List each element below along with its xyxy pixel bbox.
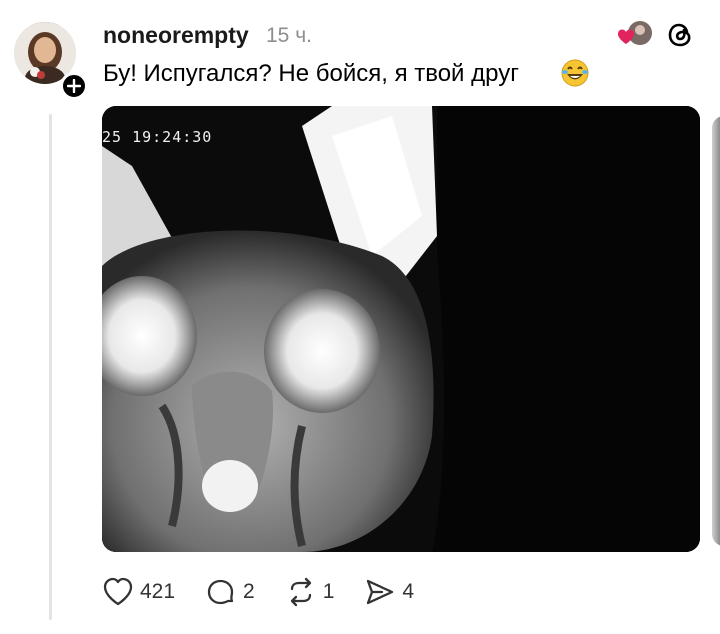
username[interactable]: noneorempty bbox=[103, 22, 249, 49]
like-count: 421 bbox=[140, 580, 176, 603]
post-text: Бу! Испугался? Не бойся, я твой друг bbox=[103, 60, 519, 87]
heart-icon bbox=[103, 577, 133, 606]
top-right-icons bbox=[614, 18, 696, 52]
post-actions: 421 2 1 4 bbox=[102, 577, 444, 607]
plus-icon bbox=[67, 79, 81, 93]
thread-line bbox=[49, 114, 52, 620]
repost-button[interactable]: 1 bbox=[285, 577, 335, 607]
repost-icon bbox=[290, 577, 311, 607]
like-button[interactable]: 421 bbox=[102, 577, 175, 607]
send-icon bbox=[367, 579, 394, 605]
video-timestamp-overlay: 25 19:24:30 bbox=[102, 128, 213, 146]
post-timestamp: 15 ч. bbox=[266, 24, 312, 47]
reply-count: 2 bbox=[243, 580, 255, 603]
share-count: 4 bbox=[402, 580, 415, 603]
share-button[interactable]: 4 bbox=[364, 577, 414, 607]
repost-count: 1 bbox=[322, 580, 335, 603]
post-video[interactable]: 25 19:24:30 bbox=[102, 106, 700, 552]
next-media-peek[interactable] bbox=[712, 116, 720, 546]
follow-plus-button[interactable] bbox=[60, 72, 88, 100]
liked-by-avatar-icon bbox=[618, 21, 652, 45]
laughing-tears-emoji bbox=[560, 58, 590, 93]
comment-icon bbox=[207, 579, 234, 605]
author-avatar[interactable] bbox=[14, 22, 88, 100]
video-frame bbox=[102, 106, 700, 552]
reply-button[interactable]: 2 bbox=[205, 577, 255, 607]
threads-logo-icon[interactable] bbox=[666, 20, 696, 50]
